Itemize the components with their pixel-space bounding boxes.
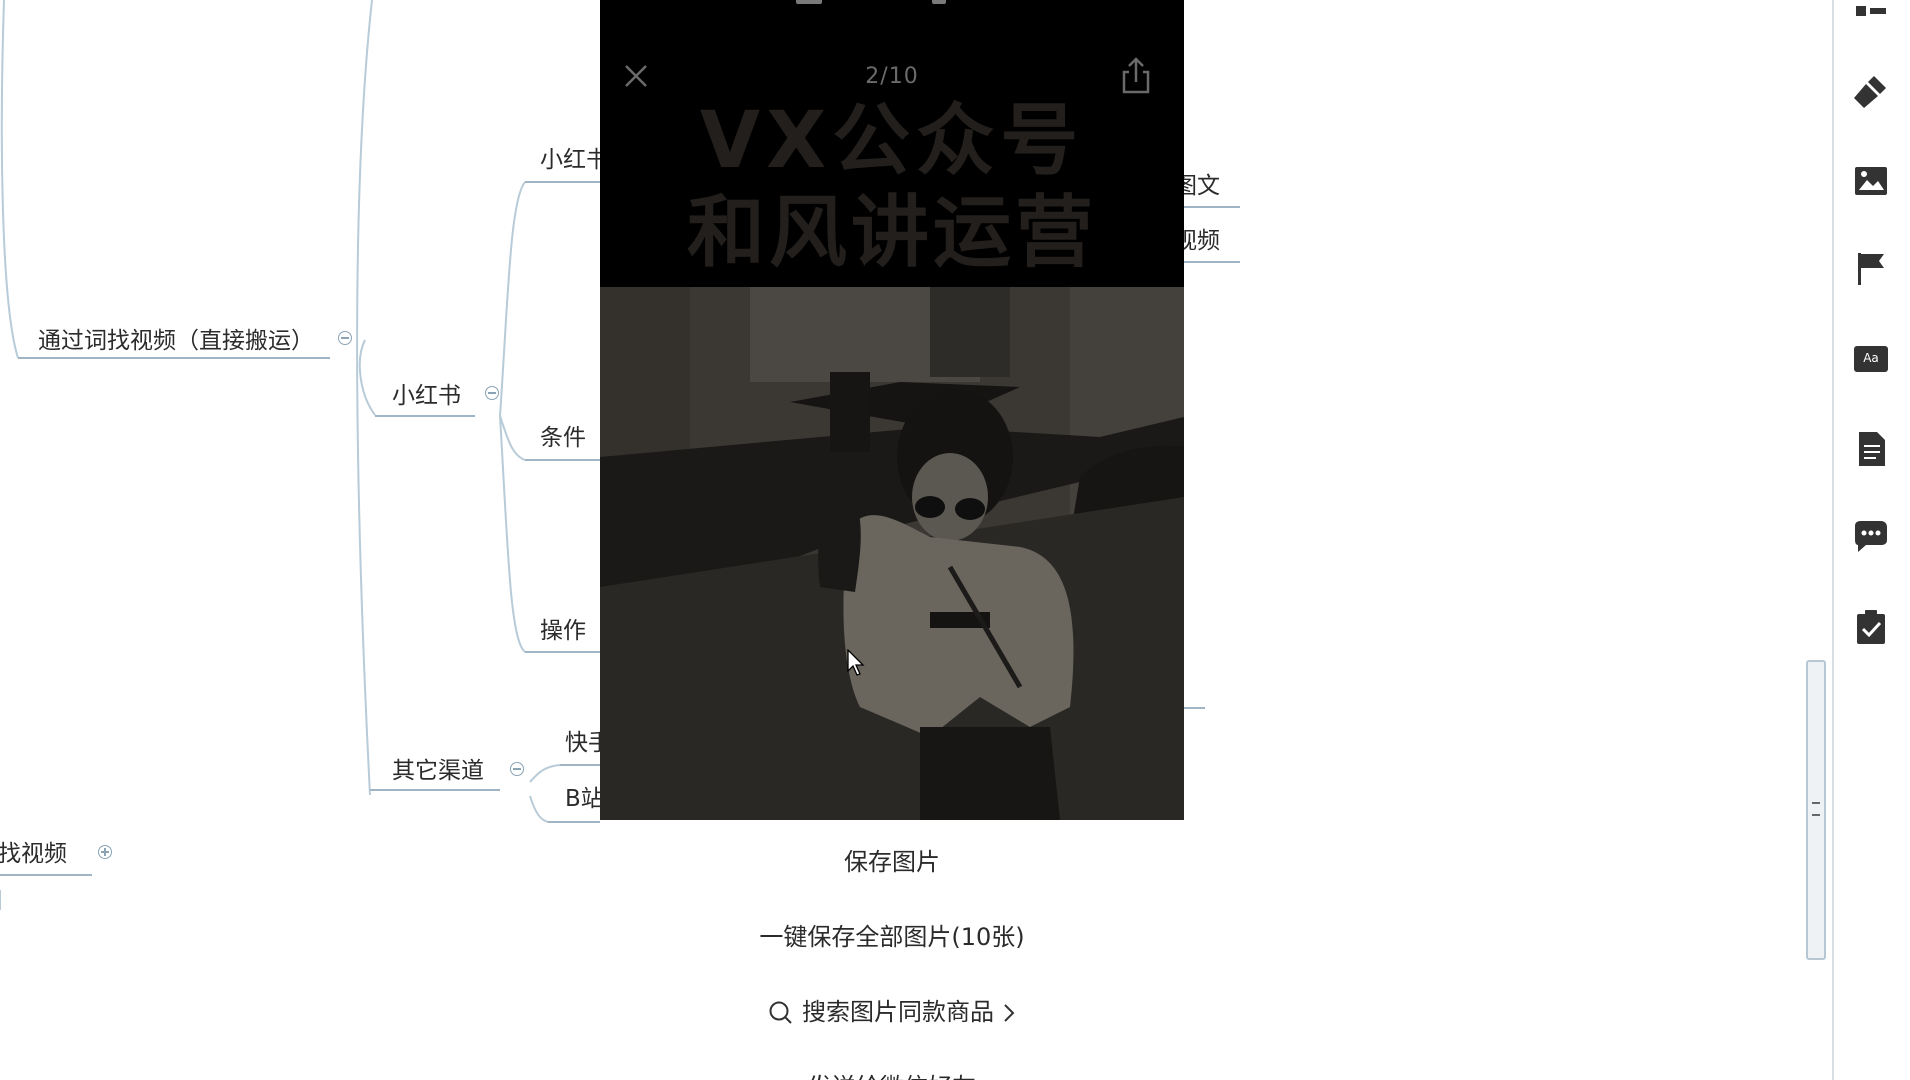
poster-title-line-1: VX公众号 xyxy=(699,96,1085,186)
chevron-right-icon xyxy=(1003,1004,1015,1022)
node-via-word-search[interactable]: 通过词找视频（直接搬运） xyxy=(38,327,314,355)
grip-icon xyxy=(1812,802,1820,816)
status-bar xyxy=(600,0,1184,14)
poster-title: VX公众号 和风讲运营 xyxy=(600,95,1184,285)
save-all-images-button[interactable]: 一键保存全部图片(10张) xyxy=(600,917,1184,952)
image-viewer-overlay[interactable]: 2/10 VX公众号 和风讲运营 保存图片 一键保存全部图片(10张) 搜索图片… xyxy=(600,0,1184,1080)
collapse-toggle-icon[interactable] xyxy=(338,331,352,345)
text-style-icon[interactable]: Aa xyxy=(1852,340,1890,378)
node-xiaohongshu-sub[interactable]: 小红书 xyxy=(540,146,609,174)
svg-text:Aa: Aa xyxy=(1863,351,1879,365)
comment-icon[interactable] xyxy=(1852,518,1890,556)
collapse-toggle-icon[interactable] xyxy=(510,762,524,776)
search-icon xyxy=(769,1001,793,1024)
expand-toggle-icon[interactable] xyxy=(98,845,112,859)
share-icon[interactable] xyxy=(1118,56,1154,96)
node-xiaohongshu[interactable]: 小红书 xyxy=(392,382,461,410)
node-conditions[interactable]: 条件 xyxy=(540,424,586,452)
right-toolbar: Aa xyxy=(1834,0,1910,1080)
poster-title-line-2: 和风讲运营 xyxy=(686,188,1097,278)
send-to-wechat-friend-button[interactable]: 发送给微信好友 xyxy=(600,1067,1184,1080)
page-counter: 2/10 xyxy=(865,64,919,89)
preview-photo[interactable] xyxy=(600,287,1184,820)
save-image-button[interactable]: 保存图片 xyxy=(600,842,1184,877)
mouse-cursor-icon xyxy=(847,649,865,676)
node-other-channels[interactable]: 其它渠道 xyxy=(392,757,484,785)
search-similar-label: 搜索图片同款商品 xyxy=(802,998,994,1026)
node-operation[interactable]: 操作 xyxy=(540,617,586,645)
task-icon[interactable] xyxy=(1852,608,1890,646)
action-sheet: 保存图片 一键保存全部图片(10张) 搜索图片同款商品 发送给微信好友 xyxy=(600,820,1184,1080)
outline-icon[interactable] xyxy=(1852,0,1890,24)
search-similar-products-button[interactable]: 搜索图片同款商品 xyxy=(600,992,1184,1027)
node-find-video[interactable]: 找视频 xyxy=(0,840,67,868)
flag-icon[interactable] xyxy=(1852,250,1890,288)
image-icon[interactable] xyxy=(1852,162,1890,200)
collapse-toggle-icon[interactable] xyxy=(485,386,499,400)
node-bilibili[interactable]: B站 xyxy=(565,785,604,813)
format-brush-icon[interactable] xyxy=(1852,72,1890,110)
scrollbar-thumb[interactable] xyxy=(1806,660,1826,960)
photo-illustration xyxy=(600,287,1184,820)
note-icon[interactable] xyxy=(1852,430,1890,468)
